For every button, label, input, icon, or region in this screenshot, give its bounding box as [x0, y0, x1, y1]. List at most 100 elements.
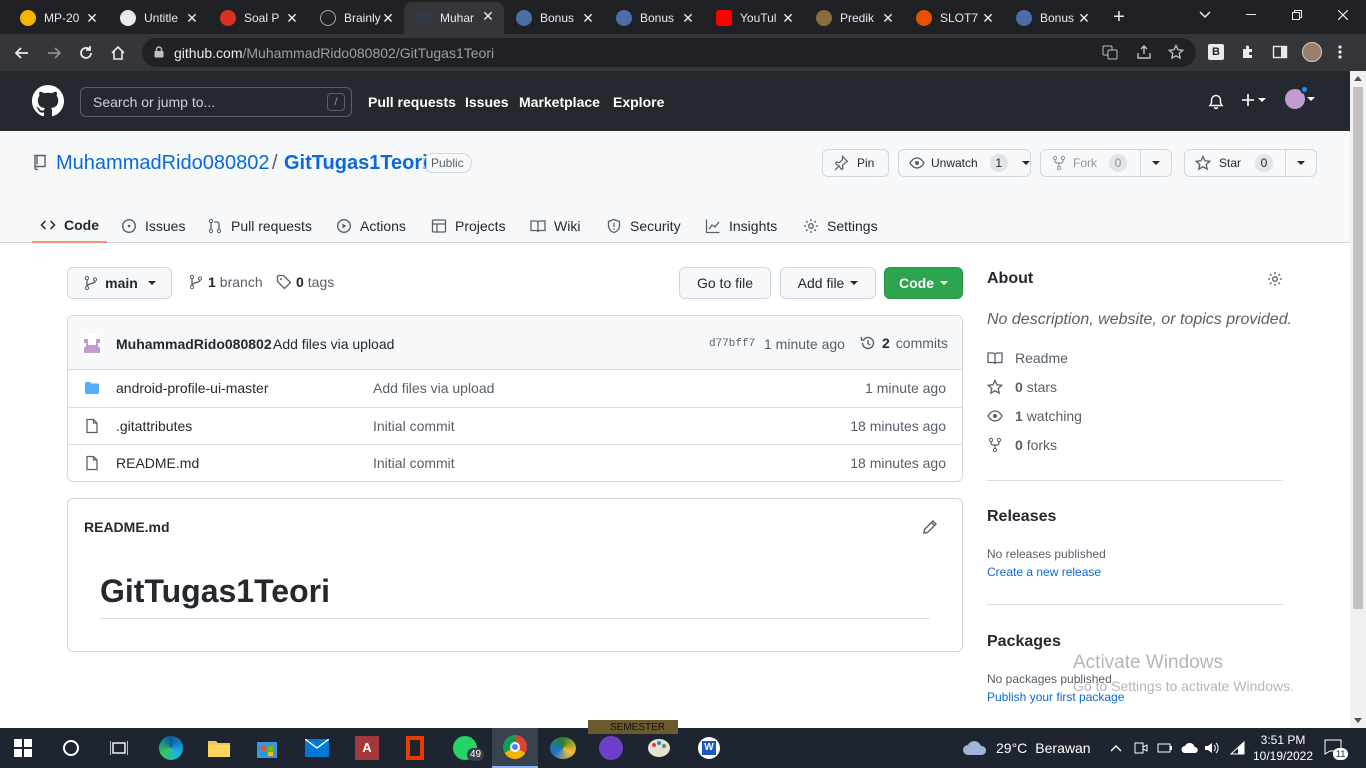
volume-icon[interactable] — [1204, 728, 1220, 768]
microsoft-store-icon[interactable] — [244, 728, 290, 768]
tab-close-icon[interactable]: ✕ — [380, 10, 396, 26]
new-tab-button[interactable]: + — [1108, 6, 1130, 28]
tab-close-icon[interactable]: ✕ — [680, 10, 696, 26]
file-name-link[interactable]: README.md — [116, 455, 199, 471]
browser-tab[interactable]: Soal P ✕ — [208, 4, 308, 32]
file-name-link[interactable]: android-profile-ui-master — [116, 380, 269, 396]
browser-tab[interactable]: YouTul ✕ — [704, 4, 804, 32]
star-button[interactable]: Star 0 — [1184, 149, 1317, 177]
onedrive-cloud-icon[interactable] — [1181, 728, 1199, 768]
mail-icon[interactable] — [294, 728, 340, 768]
tab-search-icon[interactable] — [1182, 0, 1228, 30]
restore-icon[interactable] — [1274, 0, 1320, 30]
branches-link[interactable]: 1 branch — [188, 274, 263, 290]
browser-tab[interactable]: SLOT7 ✕ — [904, 4, 1004, 32]
tab-code[interactable]: Code — [32, 209, 107, 243]
file-commit-message[interactable]: Add files via upload — [373, 380, 494, 396]
tab-close-icon[interactable]: ✕ — [780, 10, 796, 26]
commit-author-link[interactable]: MuhammadRido080802 — [116, 336, 272, 352]
browser-menu-icon[interactable] — [1330, 42, 1350, 62]
stars-link[interactable]: 0 stars — [987, 379, 1057, 395]
user-avatar-dropdown[interactable] — [1285, 85, 1315, 109]
github-search-input[interactable]: Search or jump to... / — [80, 87, 352, 117]
commit-message-link[interactable]: Add files via upload — [273, 336, 394, 352]
file-commit-message[interactable]: Initial commit — [373, 418, 455, 434]
tab-close-icon[interactable]: ✕ — [1076, 10, 1092, 26]
commit-sha-link[interactable]: d77bff7 — [709, 338, 755, 350]
commit-author-avatar[interactable] — [80, 333, 104, 357]
tab-insights[interactable]: Insights — [705, 209, 777, 243]
file-explorer-icon[interactable] — [196, 728, 242, 768]
repo-owner-link[interactable]: MuhammadRido080802 — [56, 152, 269, 175]
reload-icon[interactable] — [73, 40, 99, 66]
weather-widget[interactable]: 29°C Berawan — [962, 728, 1091, 768]
tab-close-icon[interactable]: ✕ — [580, 10, 596, 26]
show-hidden-icons-chevron-icon[interactable] — [1110, 728, 1122, 768]
tab-settings[interactable]: Settings — [803, 209, 878, 243]
task-view-icon[interactable] — [96, 728, 142, 768]
page-scrollbar[interactable] — [1350, 71, 1366, 728]
bookmark-star-icon[interactable] — [1168, 44, 1186, 62]
clock[interactable]: 3:51 PM 10/19/2022 — [1252, 728, 1314, 768]
scrollbar-thumb[interactable] — [1353, 87, 1363, 609]
fork-button[interactable]: Fork 0 — [1040, 149, 1172, 177]
packages-title[interactable]: Packages — [987, 633, 1061, 651]
add-file-dropdown[interactable]: Add file — [780, 267, 876, 299]
notifications-bell-icon[interactable] — [1208, 94, 1224, 110]
repo-name-link[interactable]: GitTugas1Teori — [284, 152, 428, 175]
word-icon[interactable]: W — [686, 728, 732, 768]
watch-button[interactable]: Unwatch 1 — [898, 149, 1031, 177]
tab-wiki[interactable]: Wiki — [530, 209, 580, 243]
create-release-link[interactable]: Create a new release — [987, 565, 1101, 579]
search-icon[interactable] — [48, 728, 94, 768]
tab-security[interactable]: Security — [606, 209, 681, 243]
nav-explore[interactable]: Explore — [613, 94, 664, 110]
forward-icon[interactable] — [41, 40, 67, 66]
downloader-app-icon[interactable] — [540, 728, 586, 768]
extensions-puzzle-icon[interactable] — [1238, 42, 1258, 62]
tab-close-icon[interactable]: ✕ — [84, 10, 100, 26]
edge-icon[interactable] — [148, 728, 194, 768]
file-row[interactable]: android-profile-ui-master Add files via … — [68, 370, 962, 407]
scroll-up-arrow-icon[interactable] — [1354, 76, 1362, 81]
extension-b-icon[interactable]: B — [1206, 42, 1226, 62]
wifi-icon[interactable] — [1230, 728, 1246, 768]
battery-charging-icon[interactable] — [1157, 728, 1173, 768]
paint-icon[interactable] — [636, 728, 682, 768]
branch-selector[interactable]: main — [67, 267, 172, 299]
tab-close-icon[interactable]: ✕ — [480, 8, 496, 24]
tab-close-icon[interactable]: ✕ — [880, 10, 896, 26]
create-new-dropdown[interactable] — [1240, 92, 1266, 108]
edit-pencil-icon[interactable] — [922, 519, 938, 535]
home-icon[interactable] — [105, 40, 131, 66]
whatsapp-icon[interactable]: 49 — [442, 728, 488, 768]
tab-pull-requests[interactable]: Pull requests — [207, 209, 312, 243]
tags-link[interactable]: 0 tags — [276, 274, 334, 290]
browser-tab[interactable]: Untitle ✕ — [108, 4, 208, 32]
readme-link[interactable]: Readme — [987, 350, 1068, 366]
watching-link[interactable]: 1 watching — [987, 408, 1082, 424]
scroll-down-arrow-icon[interactable] — [1354, 718, 1362, 723]
nav-issues[interactable]: Issues — [465, 94, 509, 110]
file-name-link[interactable]: .gitattributes — [116, 418, 192, 434]
profile-avatar[interactable] — [1302, 42, 1322, 62]
office-icon[interactable] — [392, 728, 438, 768]
browser-tab[interactable]: Bonus ✕ — [504, 4, 604, 32]
file-commit-message[interactable]: Initial commit — [373, 455, 455, 471]
browser-tab[interactable]: Bonus ✕ — [604, 4, 704, 32]
notification-center-icon[interactable]: 11 — [1324, 728, 1349, 768]
releases-title[interactable]: Releases — [987, 508, 1056, 526]
translate-icon[interactable] — [1102, 44, 1120, 62]
browser-tab[interactable]: Brainly ✕ — [308, 4, 404, 32]
nav-marketplace[interactable]: Marketplace — [519, 94, 600, 110]
tab-issues[interactable]: Issues — [121, 209, 185, 243]
address-bar[interactable]: github.com/MuhammadRido080802/GitTugas1T… — [142, 38, 1196, 67]
about-settings-gear-icon[interactable] — [1267, 271, 1283, 287]
nav-pull-requests[interactable]: Pull requests — [368, 94, 456, 110]
close-window-icon[interactable] — [1320, 0, 1366, 30]
back-icon[interactable] — [9, 40, 35, 66]
readme-header[interactable]: README.md — [84, 519, 170, 535]
commits-history-link[interactable]: 2 commits — [860, 335, 948, 351]
browser-tab[interactable]: Predik ✕ — [804, 4, 904, 32]
access-app-icon[interactable]: A — [344, 728, 390, 768]
